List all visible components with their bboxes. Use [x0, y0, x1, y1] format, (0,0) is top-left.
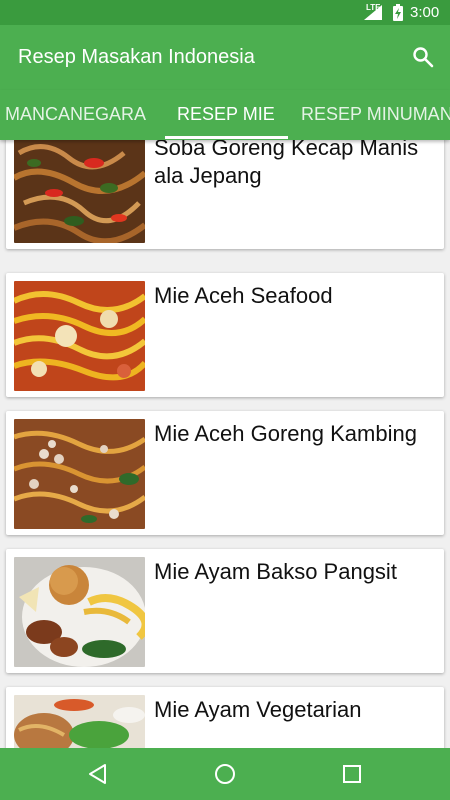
recipe-card[interactable]: Mie Ayam Vegetarian [6, 687, 444, 748]
search-icon[interactable] [411, 45, 435, 69]
recipe-title: Mie Ayam Bakso Pangsit [154, 559, 397, 584]
recipe-title: Mie Aceh Seafood [154, 283, 333, 308]
recipe-card[interactable]: Mie Aceh Seafood [6, 273, 444, 397]
recipe-image [14, 557, 145, 667]
tab-mancanegara[interactable]: MANCANEGARA [5, 104, 146, 125]
home-icon[interactable] [213, 762, 237, 786]
network-type: LTE [366, 3, 381, 12]
tab-resep-minuman[interactable]: RESEP MINUMAN [301, 104, 450, 125]
tab-resep-mie[interactable]: RESEP MIE [177, 104, 275, 125]
status-bar: LTE 3:00 [0, 0, 450, 25]
recipe-image [14, 695, 145, 748]
recipe-list[interactable]: Soba Goreng Kecap Manis ala Jepang Mie A… [0, 140, 450, 748]
recipe-title: Mie Ayam Vegetarian [154, 697, 362, 722]
battery-icon [393, 4, 403, 21]
recipe-title: Soba Goreng Kecap Manis ala Jepang [154, 140, 419, 188]
recipe-card[interactable]: Mie Aceh Goreng Kambing [6, 411, 444, 535]
status-time: 3:00 [410, 4, 440, 21]
back-icon[interactable] [86, 762, 110, 786]
tab-indicator [165, 136, 288, 139]
recipe-card[interactable]: Mie Ayam Bakso Pangsit [6, 549, 444, 673]
recipe-image [14, 140, 145, 243]
recipe-card[interactable]: Soba Goreng Kecap Manis ala Jepang [6, 140, 444, 249]
recipe-title: Mie Aceh Goreng Kambing [154, 421, 417, 446]
system-nav-bar [0, 748, 450, 800]
recents-icon[interactable] [340, 762, 364, 786]
app-bar: Resep Masakan Indonesia [0, 25, 450, 90]
category-tabs: MANCANEGARA RESEP MIE RESEP MINUMAN [0, 90, 450, 140]
app-title: Resep Masakan Indonesia [18, 46, 255, 68]
recipe-image [14, 281, 145, 391]
recipe-image [14, 419, 145, 529]
